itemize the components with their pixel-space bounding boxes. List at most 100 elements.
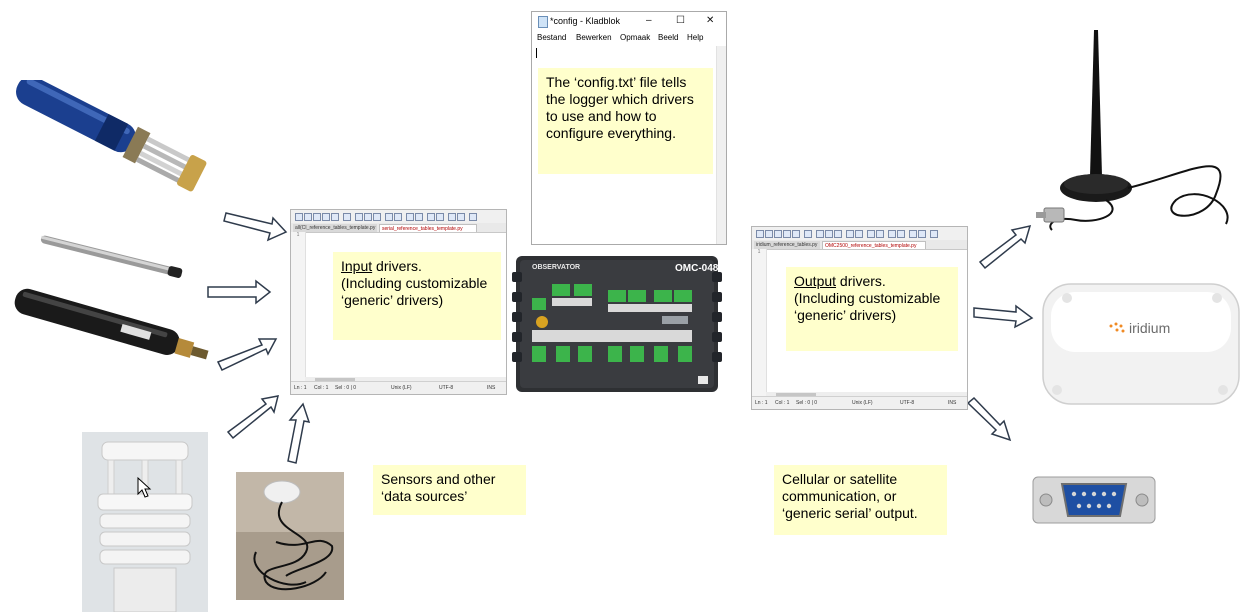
tab-iridium-reference[interactable]: iridium_reference_tables.py — [754, 241, 820, 249]
arrow-steel-to-input — [207, 279, 272, 305]
find-icon[interactable] — [406, 213, 414, 221]
status-eol: Unix (LF) — [852, 400, 873, 406]
status-eol: Unix (LF) — [391, 385, 412, 391]
logger-model: OMC-048 — [675, 263, 719, 274]
zoom-in-icon[interactable] — [888, 230, 896, 238]
close-button[interactable]: ✕ — [706, 12, 714, 30]
editor-status-bar: Ln : 1 Col : 1 Sel : 0 | 0 Unix (LF) UTF… — [752, 396, 967, 409]
output-heading-rest: drivers. — [836, 273, 886, 289]
redo-icon[interactable] — [855, 230, 863, 238]
cut-icon[interactable] — [816, 230, 824, 238]
status-encoding: UTF-8 — [900, 400, 915, 406]
arrow-gps-to-input — [287, 402, 311, 464]
editor-status-bar: Ln : 1 Col : 1 Sel : 0 | 0 Unix (LF) UTF… — [291, 381, 506, 394]
close-file-icon[interactable] — [331, 213, 339, 221]
open-file-icon[interactable] — [765, 230, 773, 238]
new-file-icon[interactable] — [756, 230, 764, 238]
notepad-app-icon — [538, 16, 548, 28]
editor-tab-bar: iridium_reference_tables.py OMC2500_refe… — [752, 240, 967, 250]
save-icon[interactable] — [313, 213, 321, 221]
maximize-button[interactable]: ☐ — [676, 12, 685, 30]
notepad-title-bar: *config - Kladblok – ☐ ✕ — [532, 12, 726, 30]
menu-help[interactable]: Help — [687, 30, 703, 46]
output-caption: Cellular or satellite communication, or … — [774, 465, 947, 535]
output-drivers-editor: iridium_reference_tables.py OMC2500_refe… — [751, 226, 968, 410]
omc-048-logger: OBSERVATOR OMC-048 — [512, 250, 722, 398]
minimize-button[interactable]: – — [646, 12, 652, 30]
notepad-title: *config - Kladblok — [550, 16, 621, 26]
menu-bestand[interactable]: Bestand — [537, 30, 566, 46]
editor-tab-bar: all(CI_reference_tables_template.py seri… — [291, 223, 506, 233]
wrap-icon[interactable] — [918, 230, 926, 238]
status-col: Col : 1 — [775, 400, 790, 406]
notepad-vertical-scrollbar[interactable] — [716, 46, 726, 244]
close-file-icon[interactable] — [792, 230, 800, 238]
save-all-icon[interactable] — [783, 230, 791, 238]
status-mode: INS — [948, 400, 957, 406]
zoom-out-icon[interactable] — [436, 213, 444, 221]
paste-icon[interactable] — [834, 230, 842, 238]
print-icon[interactable] — [343, 213, 351, 221]
text-cursor — [536, 48, 537, 58]
new-file-icon[interactable] — [295, 213, 303, 221]
input-drivers-editor: all(CI_reference_tables_template.py seri… — [290, 209, 507, 395]
status-sel: Sel : 0 | 0 — [796, 400, 818, 406]
menu-bewerken[interactable]: Bewerken — [576, 30, 612, 46]
input-drivers-heading: Input drivers. — [341, 258, 493, 275]
editor-toolbar — [291, 210, 506, 224]
open-file-icon[interactable] — [304, 213, 312, 221]
status-line: Ln : 1 — [755, 400, 768, 406]
input-underlined-word: Input — [341, 258, 373, 274]
output-drivers-note: Output drivers. (Including customizable … — [786, 267, 958, 351]
arrow-exo-to-input — [223, 212, 288, 242]
output-underlined-word: Output — [794, 273, 837, 289]
replace-icon[interactable] — [876, 230, 884, 238]
status-sel: Sel : 0 | 0 — [335, 385, 357, 391]
sync-icon[interactable] — [909, 230, 917, 238]
copy-icon[interactable] — [825, 230, 833, 238]
sensors-caption: Sensors and other ‘data sources’ — [373, 465, 526, 515]
input-heading-rest: drivers. — [372, 258, 422, 274]
undo-icon[interactable] — [385, 213, 393, 221]
tab-omc2500-reference[interactable]: OMC2500_reference_tables_template.py — [822, 241, 926, 249]
wrap-icon[interactable] — [457, 213, 465, 221]
paste-icon[interactable] — [373, 213, 381, 221]
line-number-gutter: 1 — [752, 249, 767, 397]
tab-all-reference[interactable]: all(CI_reference_tables_template.py — [293, 224, 377, 232]
zoom-in-icon[interactable] — [427, 213, 435, 221]
zoom-out-icon[interactable] — [897, 230, 905, 238]
sync-icon[interactable] — [448, 213, 456, 221]
config-notepad-window: *config - Kladblok – ☐ ✕ Bestand Bewerke… — [531, 11, 727, 245]
redo-icon[interactable] — [394, 213, 402, 221]
input-drivers-note: Input drivers. (Including customizable ‘… — [333, 252, 501, 340]
undo-icon[interactable] — [846, 230, 854, 238]
menu-opmaak[interactable]: Opmaak — [620, 30, 650, 46]
editor-toolbar — [752, 227, 967, 241]
macro-icon[interactable] — [930, 230, 938, 238]
arrow-output-to-antenna — [978, 224, 1032, 270]
copy-icon[interactable] — [364, 213, 372, 221]
status-col: Col : 1 — [314, 385, 329, 391]
iridium-logo-text: iridium — [1129, 320, 1171, 336]
iridium-modem-image: iridium — [1037, 274, 1244, 412]
menu-beeld[interactable]: Beeld — [658, 30, 678, 46]
line-number-gutter: 1 — [291, 232, 306, 382]
status-encoding: UTF-8 — [439, 385, 454, 391]
iridium-enclosure — [1042, 283, 1240, 405]
save-all-icon[interactable] — [322, 213, 330, 221]
logger-brand: OBSERVATOR — [532, 264, 581, 271]
save-icon[interactable] — [774, 230, 782, 238]
replace-icon[interactable] — [415, 213, 423, 221]
macro-icon[interactable] — [469, 213, 477, 221]
find-icon[interactable] — [867, 230, 875, 238]
cellular-antenna-image — [1036, 30, 1229, 231]
arrow-black-to-input — [216, 338, 278, 371]
serial-db9-connector-image — [1032, 476, 1156, 524]
print-icon[interactable] — [804, 230, 812, 238]
status-mode: INS — [487, 385, 496, 391]
output-drivers-heading: Output drivers. — [794, 273, 950, 290]
cut-icon[interactable] — [355, 213, 363, 221]
output-drivers-detail: (Including customizable ‘generic’ driver… — [794, 290, 941, 323]
config-explanation-note: The ‘config.txt’ file tells the logger w… — [538, 68, 713, 174]
tab-serial-reference[interactable]: serial_reference_tables_template.py — [379, 224, 477, 232]
